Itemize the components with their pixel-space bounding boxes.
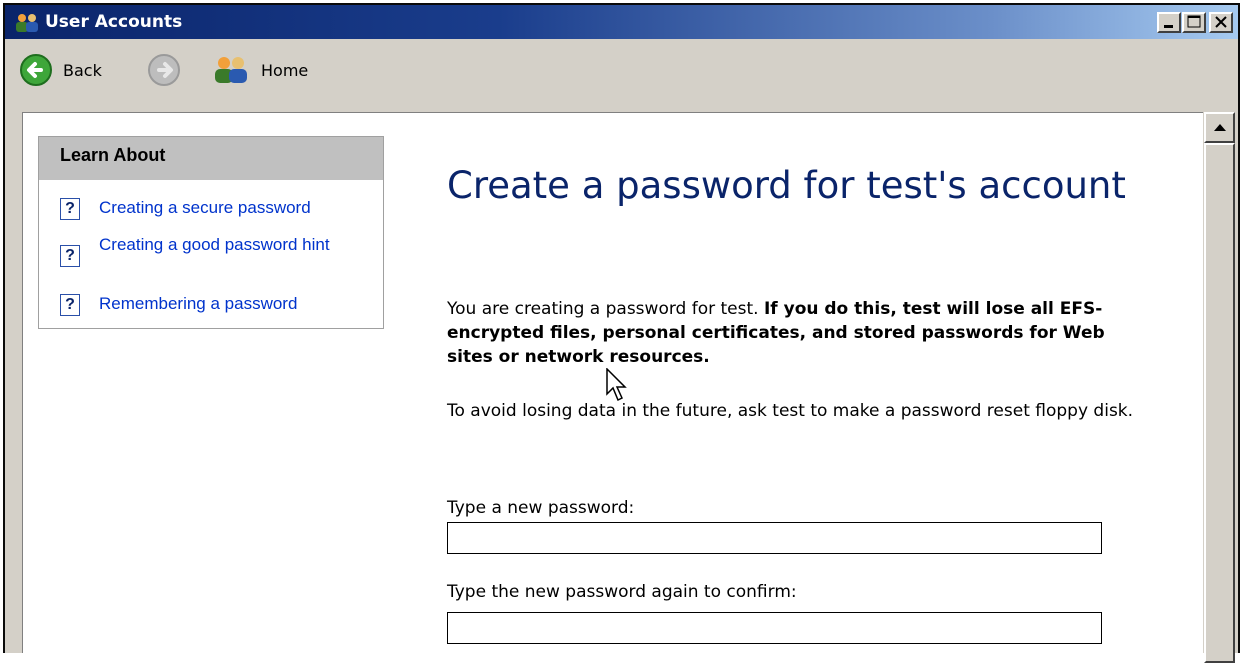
warning-intro: You are creating a password for test. (447, 299, 759, 319)
window-title: User Accounts (45, 12, 183, 32)
warning-text: You are creating a password for test. If… (447, 297, 1147, 369)
back-label: Back (63, 61, 102, 80)
sidebar-item-label[interactable]: Creating a good password hint (99, 234, 369, 256)
learn-about-heading: Learn About (39, 137, 383, 180)
title-bar[interactable]: User Accounts (5, 5, 1238, 39)
home-label: Home (261, 61, 309, 80)
new-password-label: Type a new password: (447, 498, 635, 518)
back-arrow-icon (20, 54, 52, 86)
user-accounts-icon (16, 14, 38, 32)
close-button[interactable] (1209, 12, 1233, 33)
home-button[interactable]: Home (211, 53, 331, 87)
maximize-icon (1187, 15, 1201, 28)
minimize-button[interactable] (1157, 12, 1181, 33)
sidebar-item-label[interactable]: Creating a secure password (99, 197, 389, 219)
maximize-button[interactable] (1182, 12, 1206, 33)
forward-arrow-icon (148, 54, 180, 86)
scroll-up-arrow-icon (1214, 124, 1226, 131)
confirm-password-input[interactable] (447, 612, 1102, 644)
minimize-icon (1164, 25, 1173, 28)
page-title: Create a password for test's account (447, 164, 1126, 207)
close-icon (1215, 16, 1227, 28)
new-password-input[interactable] (447, 522, 1102, 554)
home-users-icon (215, 57, 247, 83)
confirm-password-label: Type the new password again to confirm: (447, 582, 797, 602)
help-icon: ? (60, 198, 80, 220)
learn-about-panel: Learn About ? Creating a secure password… (38, 136, 384, 329)
forward-button[interactable] (147, 53, 183, 87)
back-button[interactable]: Back (19, 53, 129, 87)
scroll-thumb[interactable] (1204, 143, 1235, 663)
help-icon: ? (60, 245, 80, 267)
scroll-up-button[interactable] (1204, 112, 1235, 143)
mouse-pointer-icon (606, 368, 627, 402)
help-icon: ? (60, 294, 80, 316)
sidebar-item-label[interactable]: Remembering a password (99, 293, 389, 315)
vertical-scrollbar[interactable] (1204, 112, 1235, 663)
navigation-toolbar: Back Home (5, 39, 1238, 117)
advice-text: To avoid losing data in the future, ask … (447, 401, 1134, 421)
